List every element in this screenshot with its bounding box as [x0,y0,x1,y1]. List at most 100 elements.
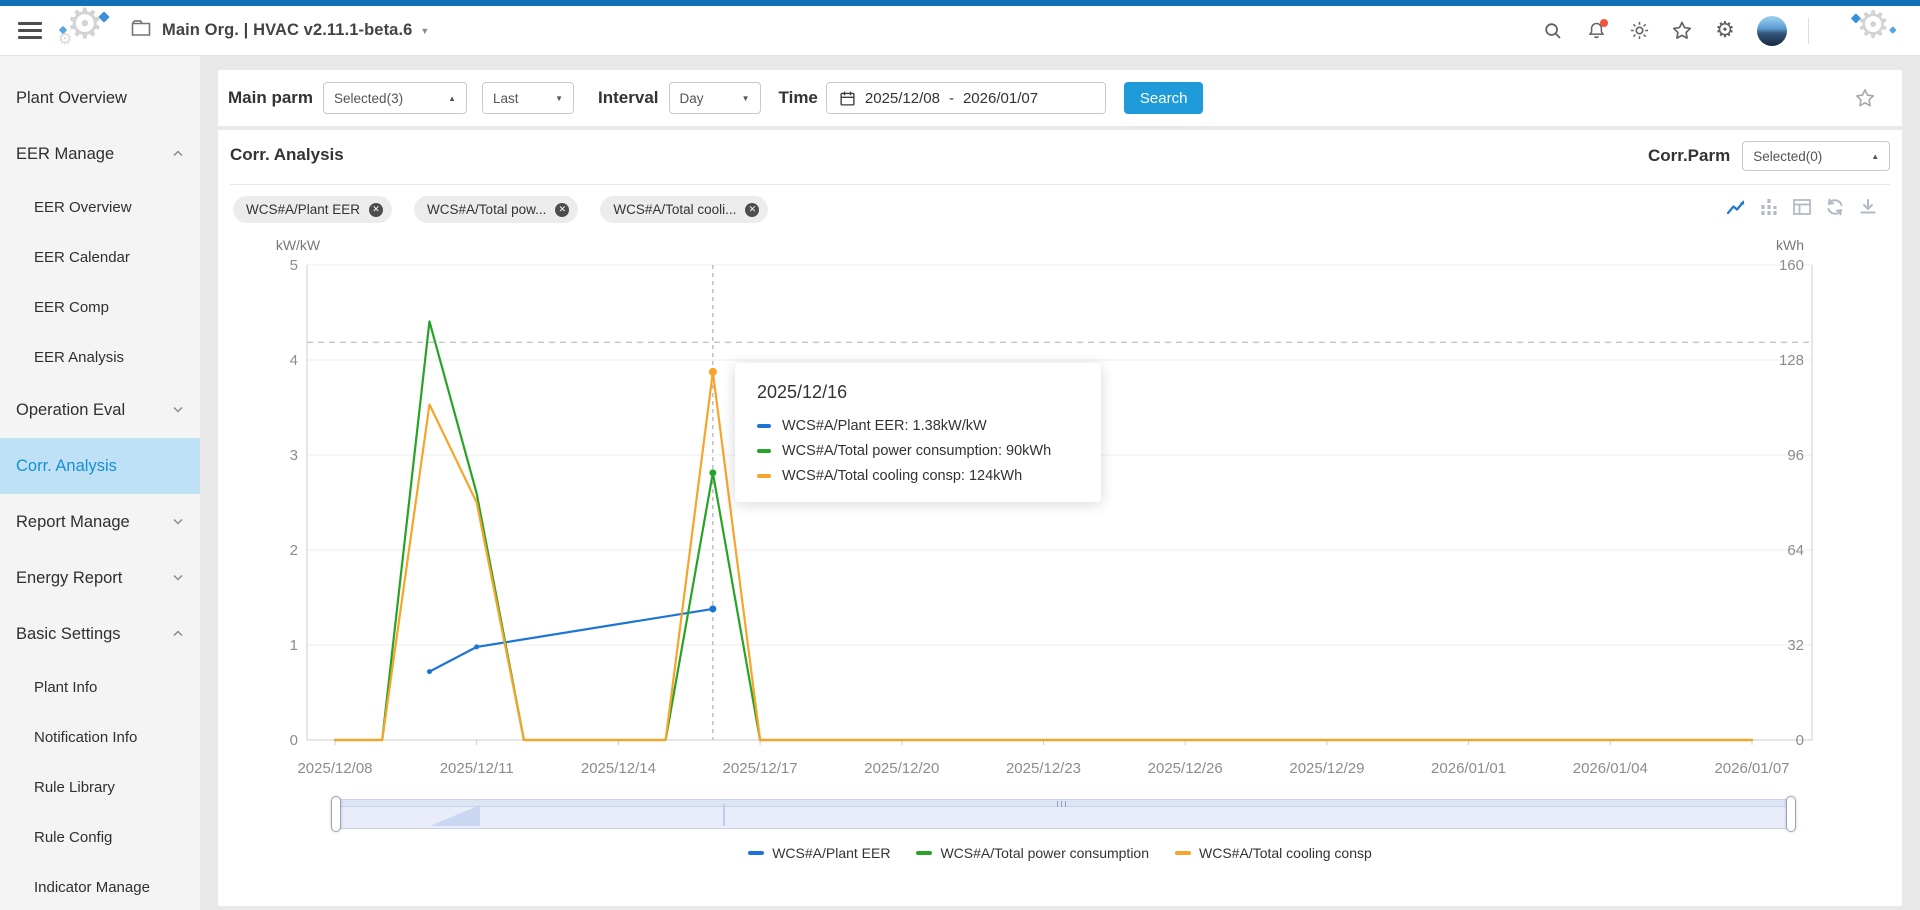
selected-parameter-tags: WCS#A/Plant EER✕WCS#A/Total pow...✕WCS#A… [233,196,768,223]
table-view-icon[interactable] [1792,197,1812,217]
range-select[interactable]: Last ▼ [482,82,574,114]
sidebar-item-rule-config[interactable]: Rule Config [0,812,200,862]
sidebar-item-operation-eval[interactable]: Operation Eval [0,382,200,438]
tooltip-row: WCS#A/Plant EER: 1.38kW/kW [757,418,1079,434]
favorite-page-star-icon[interactable] [1854,87,1876,109]
correlation-line-chart[interactable]: 012345kW/kW0326496128160kWh2025/12/08202… [218,230,1902,790]
sidebar-item-notification-info[interactable]: Notification Info [0,712,200,762]
menu-icon[interactable] [18,22,42,39]
tooltip-rows: WCS#A/Plant EER: 1.38kW/kW WCS#A/Total po… [757,418,1079,484]
sidebar-item-rule-library[interactable]: Rule Library [0,762,200,812]
tooltip-row-text: WCS#A/Total power consumption: 90kWh [782,443,1051,459]
search-icon[interactable] [1542,20,1564,42]
notifications-icon[interactable] [1585,20,1607,42]
sidebar-item-energy-report[interactable]: Energy Report [0,550,200,606]
datazoom-data-shadow-spike [723,804,725,826]
x-tick-label: 2025/12/23 [1006,760,1081,777]
x-tick-label: 2026/01/04 [1573,760,1648,777]
tooltip-row-text: WCS#A/Total cooling consp: 124kWh [782,468,1022,484]
left-tick-label: 0 [290,732,298,749]
org-selector[interactable]: Main Org. | HVAC v2.11.1-beta.6 ▼ [162,21,429,40]
legend-color-dash [916,851,932,855]
series-line-wcs-a-plant-eer [429,609,712,672]
sidebar-item-report-manage[interactable]: Report Manage [0,494,200,550]
left-axis-title: kW/kW [276,237,321,253]
sidebar-item-corr-analysis[interactable]: Corr. Analysis [0,438,200,494]
sidebar-item-label: Corr. Analysis [16,457,117,476]
chevron-down-icon [172,401,184,420]
sidebar-item-label: EER Manage [16,145,114,164]
series-color-dash [757,449,771,453]
date-range-input[interactable]: 2025/12/08 - 2026/01/07 [826,82,1106,114]
right-tick-label: 32 [1787,637,1804,654]
parameter-tag: WCS#A/Total cooli...✕ [600,196,768,223]
app-header: ⚙ ⚙ Main Org. | HVAC v2.11.1-beta.6 ▼ [0,6,1920,56]
interval-value: Day [680,91,734,106]
main-parm-select[interactable]: Selected(3) ▲ [323,82,467,114]
gear-icon: ⚙ [1856,2,1890,46]
panel-divider [230,184,1890,185]
chart-toolbox [1726,197,1878,217]
favorites-star-icon[interactable] [1671,20,1693,42]
settings-gear-icon[interactable]: ⚙ [1714,20,1736,42]
avatar[interactable] [1757,16,1787,46]
data-point-wcs-a-plant-eer [427,669,432,674]
tag-label: WCS#A/Plant EER [246,202,360,217]
brand-logo: ⚙ [1847,9,1899,52]
line-chart-icon[interactable] [1726,197,1746,217]
sidebar-item-eer-comp[interactable]: EER Comp [0,282,200,332]
sidebar-item-eer-analysis[interactable]: EER Analysis [0,332,200,382]
legend-item-wcs-a-plant-eer[interactable]: WCS#A/Plant EER [748,845,890,861]
sidebar-item-label: Notification Info [34,729,137,746]
series-color-dash [757,474,771,478]
date-separator: - [949,90,954,107]
logo-cube [1889,26,1897,34]
folder-icon [130,18,152,43]
left-tick-label: 3 [290,447,298,464]
left-tick-label: 1 [290,637,298,654]
sidebar-item-eer-calendar[interactable]: EER Calendar [0,232,200,282]
sidebar-item-eer-overview[interactable]: EER Overview [0,182,200,232]
org-title: Main Org. | HVAC v2.11.1-beta.6 [162,21,412,40]
search-button[interactable]: Search [1124,82,1204,114]
header-divider [1808,18,1809,44]
download-icon[interactable] [1858,197,1878,217]
theme-brightness-icon[interactable] [1628,20,1650,42]
x-tick-label: 2025/12/17 [723,760,798,777]
range-value: Last [493,91,547,106]
right-axis-title: kWh [1776,237,1804,253]
legend-item-wcs-a-total-cooling-consp[interactable]: WCS#A/Total cooling consp [1175,845,1372,861]
caret-down-icon: ▼ [555,94,563,103]
sidebar-item-basic-settings[interactable]: Basic Settings [0,606,200,662]
sidebar-item-plant-info[interactable]: Plant Info [0,662,200,712]
sidebar-item-label: Operation Eval [16,401,125,420]
sidebar-item-eer-manage[interactable]: EER Manage [0,126,200,182]
tag-remove-icon[interactable]: ✕ [745,203,759,217]
notification-badge [1600,19,1608,27]
bar-chart-icon[interactable] [1759,197,1779,217]
interval-select[interactable]: Day ▼ [669,82,761,114]
chevron-up-icon [172,145,184,164]
right-tick-label: 0 [1796,732,1804,749]
sidebar-item-label: EER Comp [34,299,109,316]
datazoom-right-handle[interactable] [1786,796,1796,832]
main-parm-label: Main parm [228,88,313,108]
x-tick-label: 2026/01/07 [1714,760,1789,777]
refresh-icon[interactable] [1825,197,1845,217]
tag-remove-icon[interactable]: ✕ [369,203,383,217]
main-parm-value: Selected(3) [334,91,440,106]
legend-label: WCS#A/Plant EER [772,845,890,861]
datazoom-slider[interactable] [335,799,1792,829]
parameter-tag: WCS#A/Total pow...✕ [414,196,578,223]
sidebar-item-label: Rule Library [34,779,115,796]
tag-remove-icon[interactable]: ✕ [555,203,569,217]
datazoom-center-grip[interactable] [1057,801,1067,807]
left-tick-label: 2 [290,542,298,559]
left-tick-label: 4 [290,352,298,369]
datazoom-left-handle[interactable] [331,796,341,832]
sidebar-item-plant-overview[interactable]: Plant Overview [0,70,200,126]
sidebar-item-indicator-manage[interactable]: Indicator Manage [0,862,200,910]
corr-parm-value: Selected(0) [1753,149,1863,164]
corr-parm-select[interactable]: Selected(0) ▲ [1742,141,1890,171]
legend-item-wcs-a-total-power-consumption[interactable]: WCS#A/Total power consumption [916,845,1149,861]
